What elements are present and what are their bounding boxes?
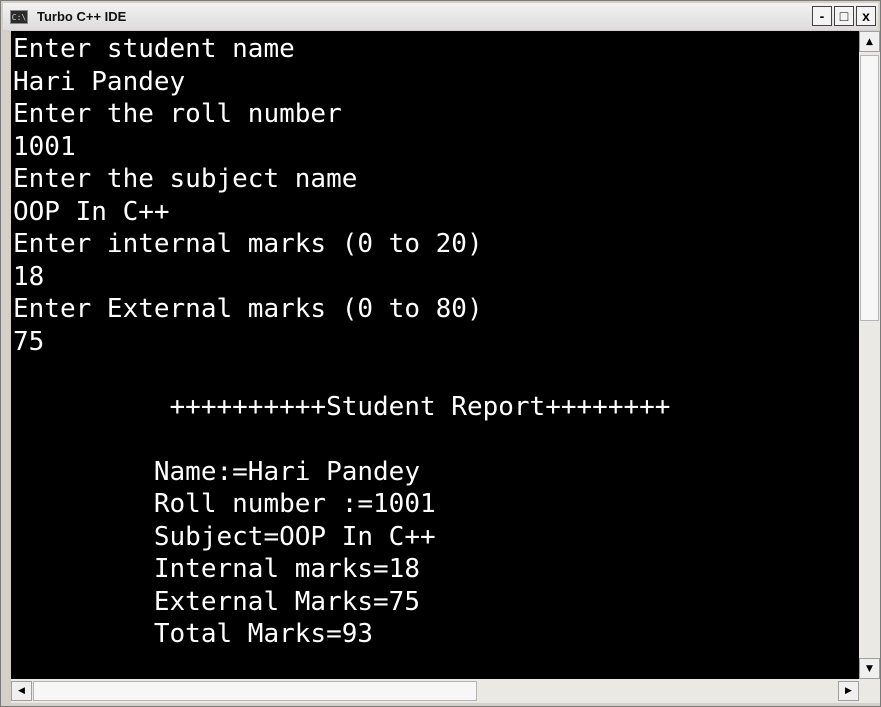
scroll-down-button[interactable]: ▼ [859, 658, 880, 679]
scroll-up-button[interactable]: ▲ [859, 31, 880, 52]
console-app-icon[interactable]: C:\ [10, 9, 28, 24]
console-line: 18 [13, 261, 45, 292]
console-text: Enter student name Hari Pandey Enter the r… [13, 33, 670, 651]
horizontal-scroll-thumb[interactable] [33, 681, 477, 701]
report-line: Roll number :=1001 [13, 489, 436, 519]
horizontal-scrollbar[interactable]: ◀ ▶ [11, 679, 859, 703]
close-button[interactable]: x [856, 6, 876, 26]
console-line: OOP In C++ [13, 196, 170, 227]
title-bar[interactable]: C:\ Turbo C++ IDE - □ x [3, 3, 878, 30]
arrow-right-icon: ▶ [845, 686, 852, 696]
console-line: Hari Pandey [13, 66, 186, 97]
report-header-line: ++++++++++Student Report++++++++ [13, 391, 671, 422]
console-line: 1001 [13, 131, 76, 162]
window-controls: - □ x [812, 6, 876, 26]
arrow-down-icon: ▼ [866, 663, 873, 674]
vertical-scrollbar[interactable]: ▲ ▼ [859, 31, 880, 679]
arrow-left-icon: ◀ [18, 686, 25, 696]
console-line: Enter the subject name [13, 164, 358, 194]
console-line: Enter the roll number [13, 99, 342, 129]
scroll-right-button[interactable]: ▶ [838, 681, 859, 701]
resize-grip[interactable] [859, 679, 880, 703]
report-line: Name:=Hari Pandey [13, 456, 420, 487]
console-window: C:\ Turbo C++ IDE - □ x Enter student na… [0, 0, 881, 707]
window-title: Turbo C++ IDE [37, 9, 127, 24]
minimize-button[interactable]: - [812, 6, 832, 26]
vertical-scroll-thumb[interactable] [860, 55, 879, 321]
report-line: External Marks=75 [13, 586, 420, 617]
console-line: 75 [13, 326, 45, 357]
report-line: Total Marks=93 [13, 619, 374, 649]
console-line: Enter student name [13, 34, 295, 64]
console-line: Enter internal marks (0 to 20) [13, 229, 483, 259]
report-line: Subject=OOP In C++ [13, 521, 436, 552]
arrow-up-icon: ▲ [866, 36, 873, 47]
report-line: Internal marks=18 [13, 554, 420, 584]
console-line: Enter External marks (0 to 80) [13, 294, 483, 324]
maximize-button[interactable]: □ [834, 6, 854, 26]
console-output-area[interactable]: Enter student name Hari Pandey Enter the r… [11, 31, 859, 679]
scroll-left-button[interactable]: ◀ [11, 681, 32, 701]
